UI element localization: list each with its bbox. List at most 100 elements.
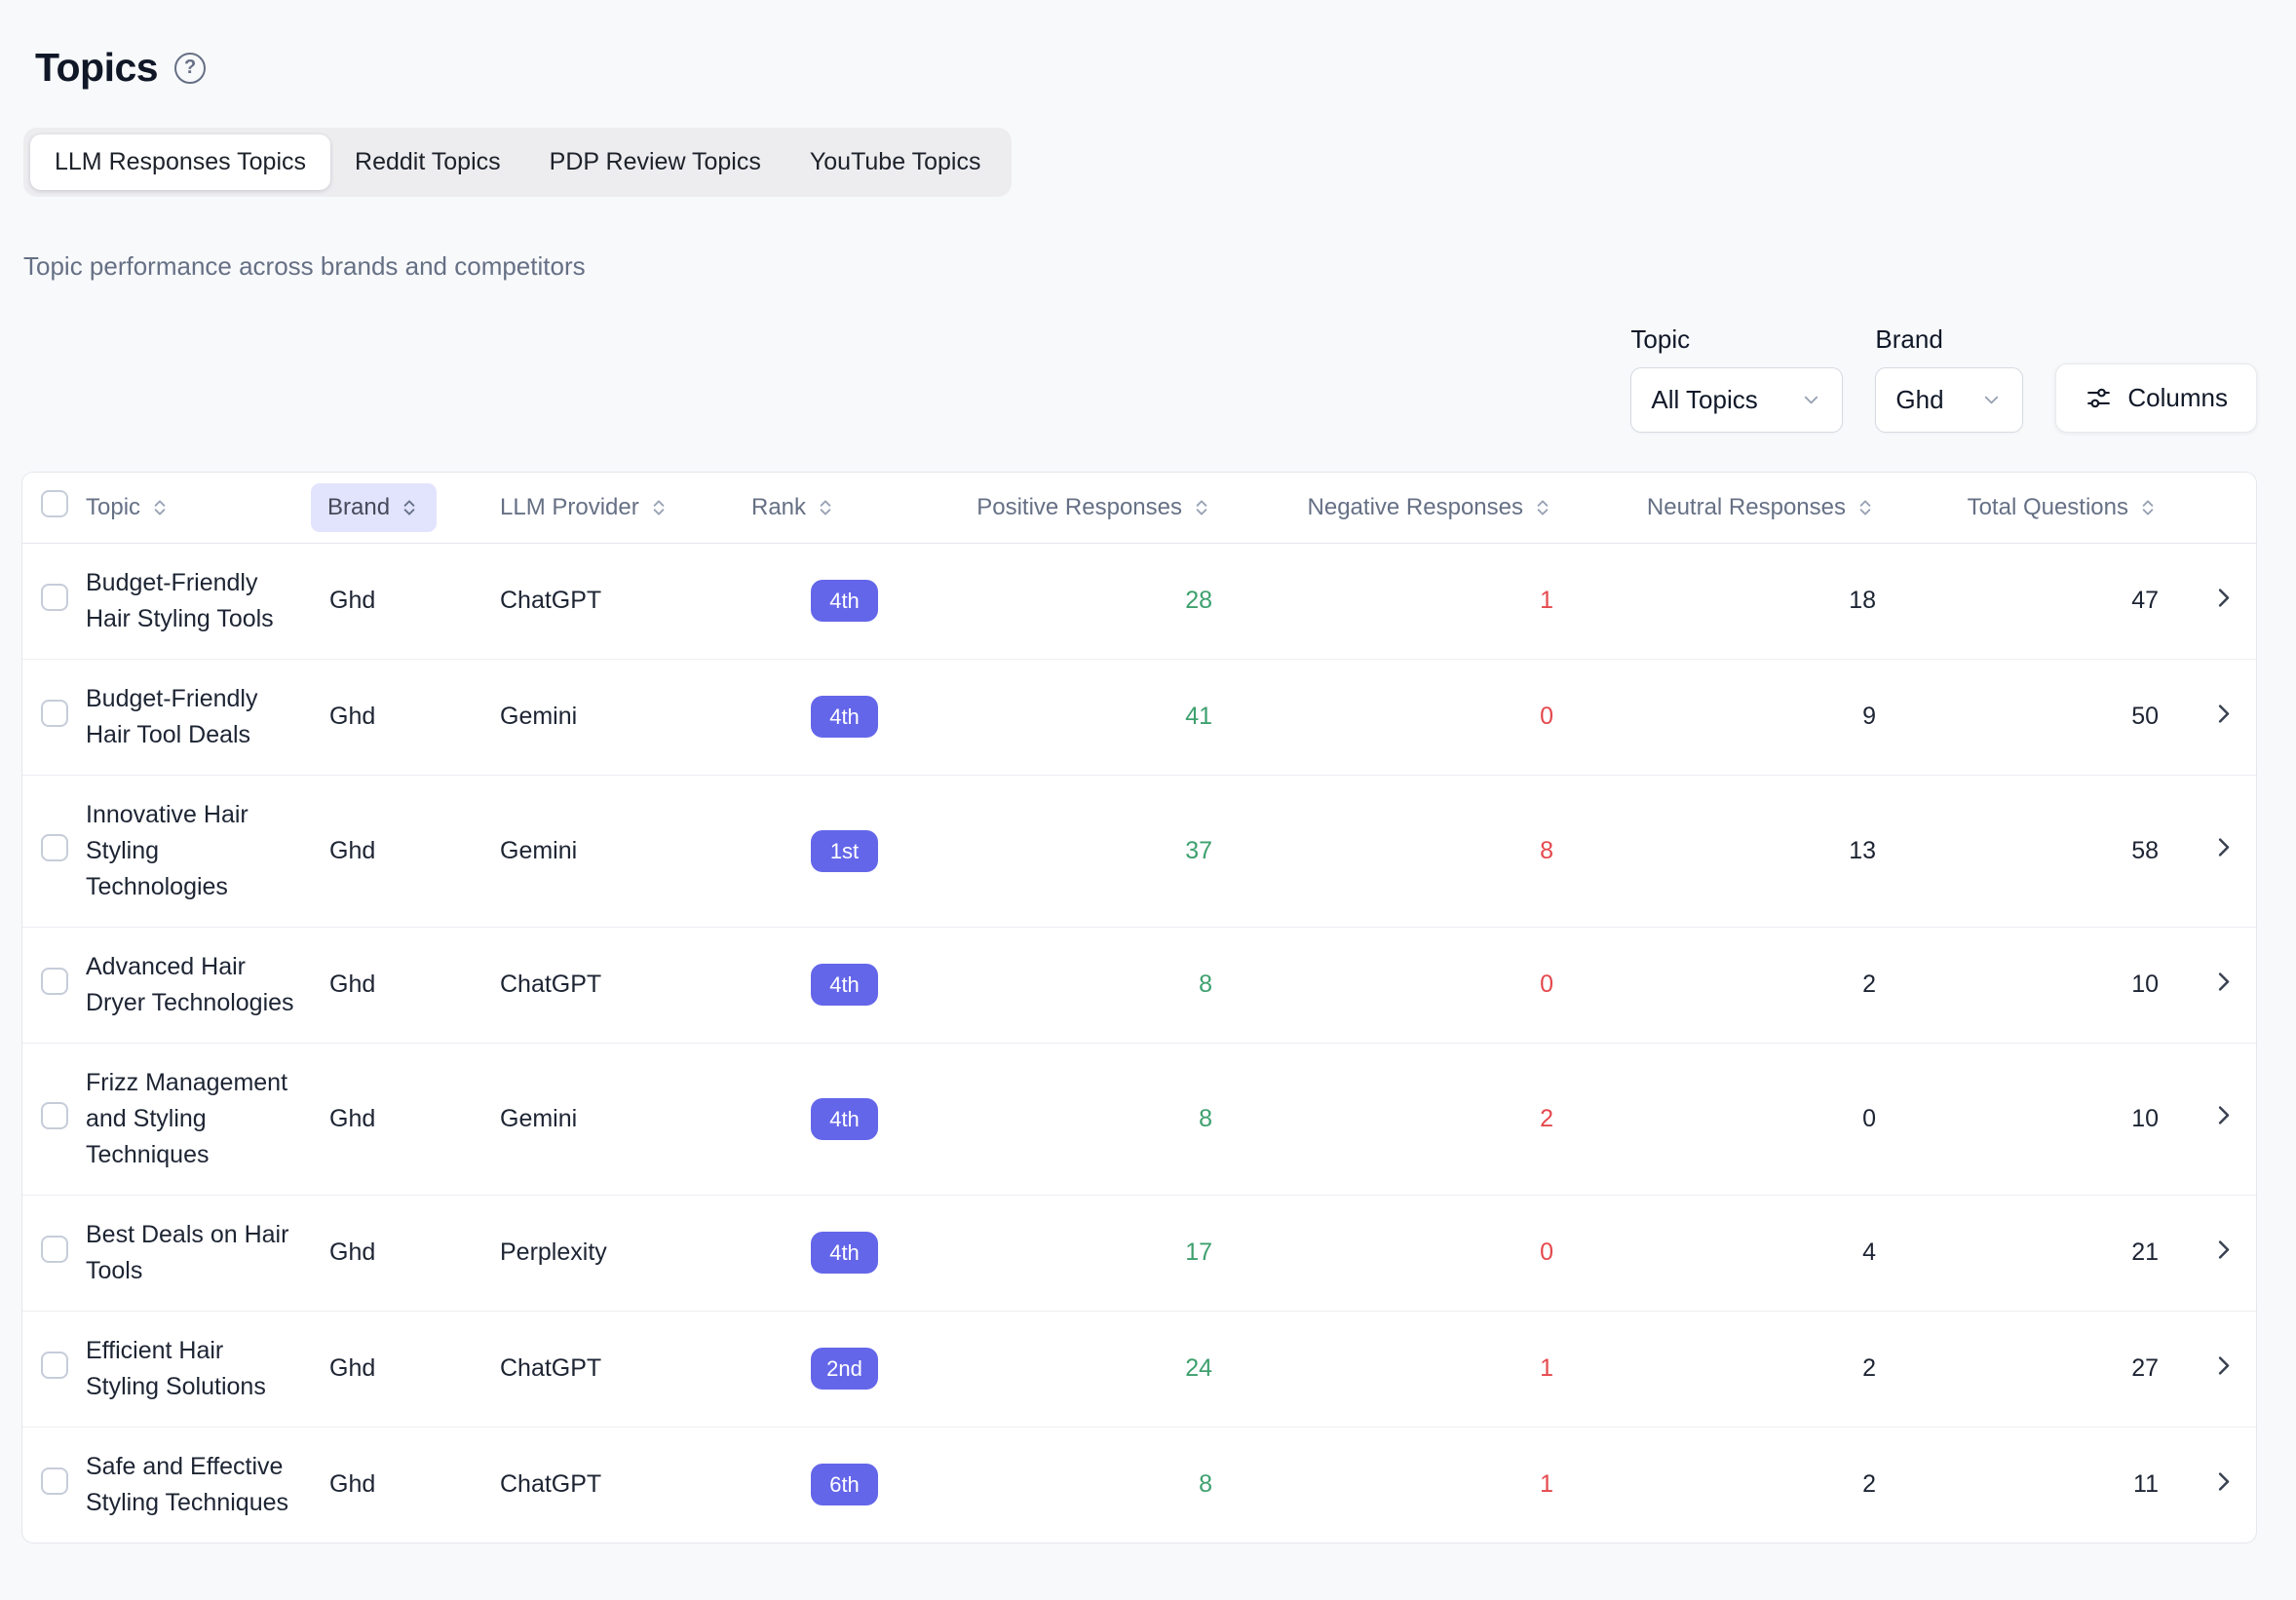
column-header-neutral-responses[interactable]: Neutral Responses <box>1588 473 1916 543</box>
total-questions-cell: 21 <box>1916 1195 2189 1311</box>
topic-cell: Safe and Effective Styling Techniques <box>86 1449 296 1521</box>
row-chevron-right-icon[interactable] <box>2210 1102 2237 1128</box>
brand-cell: Ghd <box>311 659 500 775</box>
brand-filter-group: Brand Ghd <box>1875 324 2023 433</box>
chevron-down-icon <box>1800 389 1822 411</box>
table-row[interactable]: Budget-Friendly Hair Tool Deals Ghd Gemi… <box>22 659 2257 775</box>
row-checkbox[interactable] <box>41 1352 68 1379</box>
topic-cell: Innovative Hair Styling Technologies <box>86 797 296 905</box>
positive-responses-cell: 37 <box>910 775 1244 927</box>
row-checkbox[interactable] <box>41 1236 68 1263</box>
negative-responses-cell: 0 <box>1244 659 1588 775</box>
column-label: Total Questions <box>1968 494 2128 521</box>
sort-icon <box>648 497 670 518</box>
row-chevron-right-icon[interactable] <box>2210 585 2237 611</box>
rank-badge: 6th <box>811 1464 878 1505</box>
table-row[interactable]: Safe and Effective Styling Techniques Gh… <box>22 1427 2257 1543</box>
negative-responses-cell: 1 <box>1244 543 1588 659</box>
brand-cell: Ghd <box>311 775 500 927</box>
row-checkbox[interactable] <box>41 700 68 727</box>
rank-badge: 4th <box>811 1098 878 1140</box>
row-checkbox[interactable] <box>41 834 68 861</box>
columns-button-label: Columns <box>2127 383 2228 413</box>
total-questions-cell: 27 <box>1916 1311 2189 1427</box>
llm-provider-cell: ChatGPT <box>500 1311 751 1427</box>
rank-badge: 1st <box>811 830 878 872</box>
neutral-responses-cell: 13 <box>1588 775 1916 927</box>
table-header-row: Topic Brand LLM Provider Rank Positive R… <box>22 473 2257 543</box>
llm-provider-cell: Perplexity <box>500 1195 751 1311</box>
column-header-total-questions[interactable]: Total Questions <box>1916 473 2189 543</box>
table-body: Budget-Friendly Hair Styling Tools Ghd C… <box>22 543 2257 1543</box>
row-chevron-right-icon[interactable] <box>2210 1237 2237 1263</box>
tab-reddit-topics[interactable]: Reddit Topics <box>330 134 525 190</box>
total-questions-cell: 50 <box>1916 659 2189 775</box>
topics-page: Topics ? LLM Responses TopicsReddit Topi… <box>0 0 2296 1543</box>
topics-table-card: Topic Brand LLM Provider Rank Positive R… <box>21 472 2257 1543</box>
llm-provider-cell: Gemini <box>500 659 751 775</box>
column-header-positive-responses[interactable]: Positive Responses <box>910 473 1244 543</box>
row-chevron-right-icon[interactable] <box>2210 1352 2237 1379</box>
row-checkbox[interactable] <box>41 1467 68 1495</box>
columns-button[interactable]: Columns <box>2055 363 2257 433</box>
llm-provider-cell: ChatGPT <box>500 1427 751 1543</box>
rank-badge: 4th <box>811 1232 878 1274</box>
sort-icon <box>2137 497 2159 518</box>
brand-cell: Ghd <box>311 1195 500 1311</box>
row-checkbox[interactable] <box>41 584 68 611</box>
column-header-negative-responses[interactable]: Negative Responses <box>1244 473 1588 543</box>
topics-table: Topic Brand LLM Provider Rank Positive R… <box>22 473 2257 1543</box>
select-all-checkbox[interactable] <box>41 490 68 517</box>
row-chevron-right-icon[interactable] <box>2210 701 2237 727</box>
topic-cell: Budget-Friendly Hair Tool Deals <box>86 681 296 753</box>
brand-filter-select[interactable]: Ghd <box>1875 367 2023 433</box>
column-label: LLM Provider <box>500 494 639 521</box>
column-label: Topic <box>86 494 140 521</box>
row-checkbox[interactable] <box>41 1102 68 1129</box>
topic-filter-group: Topic All Topics <box>1630 324 1843 433</box>
column-label: Brand <box>327 494 390 521</box>
column-header-brand[interactable]: Brand <box>311 473 500 543</box>
brand-filter-label: Brand <box>1875 324 2023 355</box>
table-row[interactable]: Advanced Hair Dryer Technologies Ghd Cha… <box>22 927 2257 1043</box>
total-questions-cell: 47 <box>1916 543 2189 659</box>
column-header-actions <box>2189 473 2257 543</box>
row-checkbox[interactable] <box>41 968 68 995</box>
column-header-llm-provider[interactable]: LLM Provider <box>500 473 751 543</box>
sort-icon <box>149 497 171 518</box>
table-row[interactable]: Best Deals on Hair Tools Ghd Perplexity … <box>22 1195 2257 1311</box>
row-chevron-right-icon[interactable] <box>2210 1468 2237 1495</box>
negative-responses-cell: 8 <box>1244 775 1588 927</box>
sort-icon <box>815 497 836 518</box>
total-questions-cell: 58 <box>1916 775 2189 927</box>
topic-cell: Budget-Friendly Hair Styling Tools <box>86 565 296 637</box>
negative-responses-cell: 0 <box>1244 1195 1588 1311</box>
column-label: Positive Responses <box>976 494 1182 521</box>
tab-youtube-topics[interactable]: YouTube Topics <box>785 134 1006 190</box>
help-icon[interactable]: ? <box>174 53 206 84</box>
negative-responses-cell: 1 <box>1244 1427 1588 1543</box>
sort-icon <box>1532 497 1553 518</box>
sort-icon <box>1191 497 1212 518</box>
page-subtitle: Topic performance across brands and comp… <box>23 251 2257 282</box>
table-row[interactable]: Budget-Friendly Hair Styling Tools Ghd C… <box>22 543 2257 659</box>
neutral-responses-cell: 4 <box>1588 1195 1916 1311</box>
row-chevron-right-icon[interactable] <box>2210 969 2237 995</box>
topic-filter-select[interactable]: All Topics <box>1630 367 1843 433</box>
table-row[interactable]: Innovative Hair Styling Technologies Ghd… <box>22 775 2257 927</box>
row-chevron-right-icon[interactable] <box>2210 834 2237 860</box>
topic-cell: Frizz Management and Styling Techniques <box>86 1065 296 1173</box>
column-header-rank[interactable]: Rank <box>751 473 910 543</box>
column-header-topic[interactable]: Topic <box>86 473 311 543</box>
sort-icon <box>1855 497 1876 518</box>
table-row[interactable]: Frizz Management and Styling Techniques … <box>22 1043 2257 1195</box>
brand-cell: Ghd <box>311 1043 500 1195</box>
tab-llm-responses-topics[interactable]: LLM Responses Topics <box>30 134 330 190</box>
topic-filter-value: All Topics <box>1651 385 1757 415</box>
tab-pdp-review-topics[interactable]: PDP Review Topics <box>525 134 785 190</box>
positive-responses-cell: 8 <box>910 1427 1244 1543</box>
table-row[interactable]: Efficient Hair Styling Solutions Ghd Cha… <box>22 1311 2257 1427</box>
filters-bar: Topic All Topics Brand Ghd Columns <box>21 324 2257 433</box>
negative-responses-cell: 1 <box>1244 1311 1588 1427</box>
neutral-responses-cell: 0 <box>1588 1043 1916 1195</box>
